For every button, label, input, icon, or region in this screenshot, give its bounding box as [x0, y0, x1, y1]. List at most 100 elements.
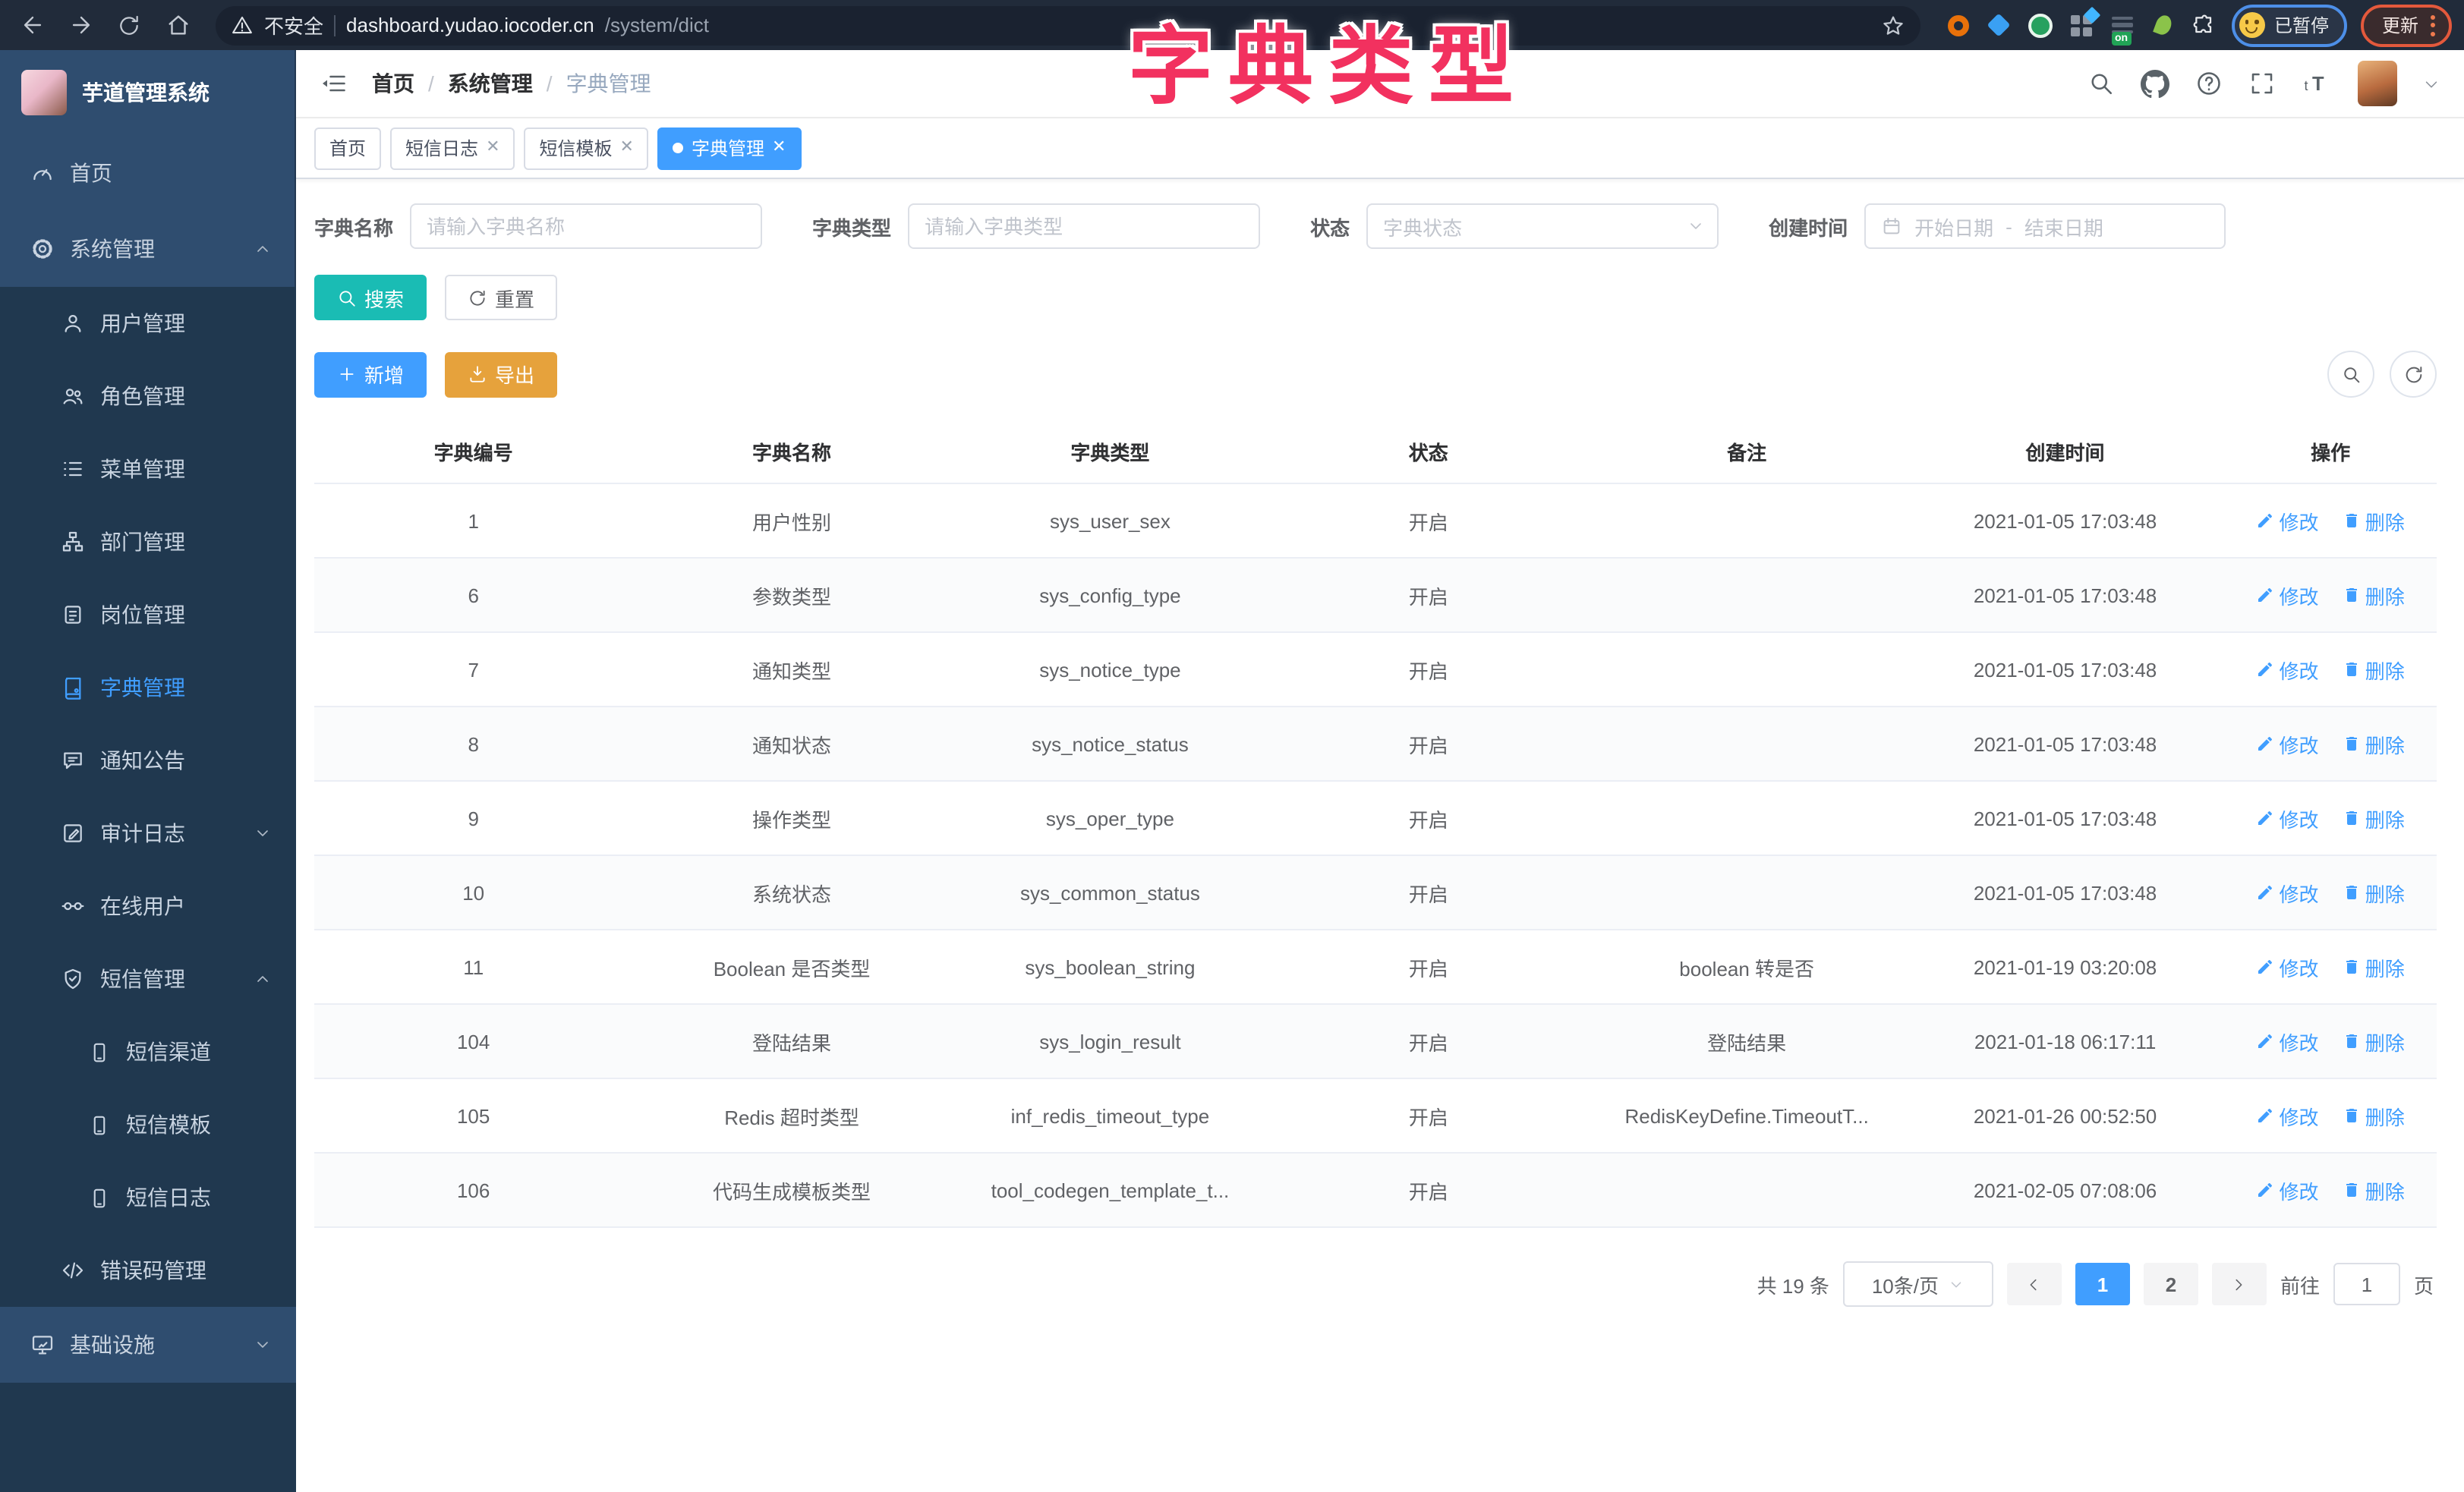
extension-grid-icon[interactable] — [2068, 11, 2095, 39]
edit-button[interactable]: 修改 — [2256, 1101, 2318, 1130]
extension-gem-icon[interactable] — [1986, 11, 2013, 39]
edit-button[interactable]: 修改 — [2256, 1027, 2318, 1056]
page-button-1[interactable]: 1 — [2075, 1263, 2130, 1305]
sidebar-group-audit-log[interactable]: 审计日志 — [0, 797, 296, 870]
sidebar-item-online-users[interactable]: 在线用户 — [0, 870, 296, 943]
tab-dict[interactable]: 字典管理✕ — [658, 127, 801, 169]
cell-type-link[interactable]: sys_login_result — [951, 1004, 1269, 1078]
edit-button[interactable]: 修改 — [2256, 804, 2318, 833]
close-icon[interactable]: ✕ — [620, 140, 634, 156]
edit-button[interactable]: 修改 — [2256, 655, 2318, 684]
prev-page-button[interactable] — [2007, 1263, 2062, 1305]
cell-type-link[interactable]: sys_config_type — [951, 558, 1269, 632]
edit-button[interactable]: 修改 — [2256, 581, 2318, 609]
sidebar-item-dict[interactable]: 字典管理 — [0, 651, 296, 724]
browser-back-button[interactable] — [12, 5, 52, 45]
edit-button[interactable]: 修改 — [2256, 506, 2318, 535]
cell-type-link[interactable]: sys_notice_status — [951, 707, 1269, 781]
search-icon[interactable] — [2087, 70, 2115, 97]
dict-type-input[interactable] — [908, 203, 1260, 249]
sidebar-fold-button[interactable] — [311, 64, 360, 103]
delete-button[interactable]: 删除 — [2343, 1101, 2405, 1130]
help-icon[interactable] — [2195, 70, 2223, 97]
app-header: 首页 / 系统管理 / 字典管理 tT — [296, 50, 2464, 118]
cell-type-link[interactable]: sys_notice_type — [951, 632, 1269, 707]
cell-type-link[interactable]: sys_boolean_string — [951, 930, 1269, 1004]
delete-button[interactable]: 删除 — [2343, 581, 2405, 609]
show-search-button[interactable] — [2327, 351, 2374, 398]
browser-forward-button[interactable] — [61, 5, 100, 45]
sidebar-item-home[interactable]: 首页 — [0, 135, 296, 211]
search-button[interactable]: 搜索 — [314, 275, 427, 320]
delete-button[interactable]: 删除 — [2343, 1176, 2405, 1204]
browser-menu-icon[interactable] — [2425, 14, 2441, 36]
sidebar-item-roles[interactable]: 角色管理 — [0, 360, 296, 433]
date-range-picker[interactable]: 开始日期 - 结束日期 — [1864, 203, 2226, 249]
browser-home-button[interactable] — [158, 5, 197, 45]
font-size-icon[interactable]: tT — [2302, 70, 2332, 97]
sidebar-item-notices[interactable]: 通知公告 — [0, 724, 296, 797]
next-page-button[interactable] — [2212, 1263, 2267, 1305]
status-select[interactable]: 字典状态 — [1366, 203, 1719, 249]
edit-button[interactable]: 修改 — [2256, 878, 2318, 907]
cell-type-link[interactable]: sys_user_sex — [951, 483, 1269, 558]
sidebar-item-sms-template[interactable]: 短信模板 — [0, 1088, 296, 1161]
sidebar-item-sms-log[interactable]: 短信日志 — [0, 1161, 296, 1234]
export-button[interactable]: 导出 — [445, 351, 557, 397]
sidebar-group-infrastructure[interactable]: 基础设施 — [0, 1307, 296, 1383]
close-icon[interactable]: ✕ — [486, 140, 499, 156]
reset-button[interactable]: 重置 — [445, 275, 557, 320]
edit-button[interactable]: 修改 — [2256, 729, 2318, 758]
page-size-select[interactable]: 10条/页 — [1843, 1261, 1993, 1307]
sidebar-item-users[interactable]: 用户管理 — [0, 287, 296, 360]
delete-button[interactable]: 删除 — [2343, 1027, 2405, 1056]
edit-button[interactable]: 修改 — [2256, 1176, 2318, 1204]
profile-chip[interactable]: 已暂停 — [2232, 4, 2347, 46]
dict-name-input[interactable] — [410, 203, 762, 249]
sidebar-item-departments[interactable]: 部门管理 — [0, 505, 296, 578]
pencil-icon — [2256, 660, 2274, 678]
table-row: 11 Boolean 是否类型 sys_boolean_string 开启 bo… — [314, 930, 2437, 1004]
update-button[interactable]: 更新 — [2361, 4, 2452, 46]
delete-button[interactable]: 删除 — [2343, 952, 2405, 981]
cell-type-link[interactable]: inf_redis_timeout_type — [951, 1078, 1269, 1153]
browser-reload-button[interactable] — [109, 5, 149, 45]
cell-type-link[interactable]: tool_codegen_template_t... — [951, 1153, 1269, 1227]
chevron-down-icon[interactable] — [2423, 75, 2440, 92]
add-button[interactable]: 新增 — [314, 351, 427, 397]
sidebar-item-menus[interactable]: 菜单管理 — [0, 433, 296, 505]
cell-type-link[interactable]: sys_oper_type — [951, 781, 1269, 855]
extension-green-icon[interactable] — [2027, 11, 2054, 39]
tab-sms-template[interactable]: 短信模板✕ — [525, 127, 649, 169]
github-icon[interactable] — [2141, 69, 2169, 98]
edit-button[interactable]: 修改 — [2256, 952, 2318, 981]
delete-button[interactable]: 删除 — [2343, 655, 2405, 684]
fullscreen-icon[interactable] — [2248, 70, 2276, 97]
extension-on-icon[interactable]: on — [2109, 11, 2136, 39]
page-button-2[interactable]: 2 — [2144, 1263, 2198, 1305]
breadcrumb-home[interactable]: 首页 — [372, 68, 414, 99]
extension-sprout-icon[interactable] — [2150, 11, 2177, 39]
tab-sms-log[interactable]: 短信日志✕ — [390, 127, 515, 169]
refresh-icon — [468, 288, 487, 307]
sidebar-group-system[interactable]: 系统管理 — [0, 211, 296, 287]
delete-button[interactable]: 删除 — [2343, 804, 2405, 833]
extensions-puzzle-icon[interactable] — [2191, 11, 2218, 39]
delete-button[interactable]: 删除 — [2343, 878, 2405, 907]
address-bar[interactable]: 不安全 dashboard.yudao.iocoder.cn/system/di… — [216, 5, 1920, 45]
breadcrumb-system[interactable]: 系统管理 — [448, 68, 533, 99]
sidebar-item-posts[interactable]: 岗位管理 — [0, 578, 296, 651]
user-avatar[interactable] — [2358, 61, 2397, 106]
sidebar-group-sms[interactable]: 短信管理 — [0, 943, 296, 1015]
goto-page-input[interactable] — [2333, 1263, 2400, 1305]
sidebar-item-error-codes[interactable]: 错误码管理 — [0, 1234, 296, 1307]
sidebar-item-sms-channel[interactable]: 短信渠道 — [0, 1015, 296, 1088]
close-icon[interactable]: ✕ — [772, 140, 786, 156]
delete-button[interactable]: 删除 — [2343, 506, 2405, 535]
bookmark-star-icon[interactable] — [1881, 13, 1905, 37]
cell-type-link[interactable]: sys_common_status — [951, 855, 1269, 930]
refresh-table-button[interactable] — [2390, 351, 2437, 398]
extension-orange-icon[interactable] — [1945, 11, 1972, 39]
delete-button[interactable]: 删除 — [2343, 729, 2405, 758]
tab-home[interactable]: 首页 — [314, 127, 381, 169]
